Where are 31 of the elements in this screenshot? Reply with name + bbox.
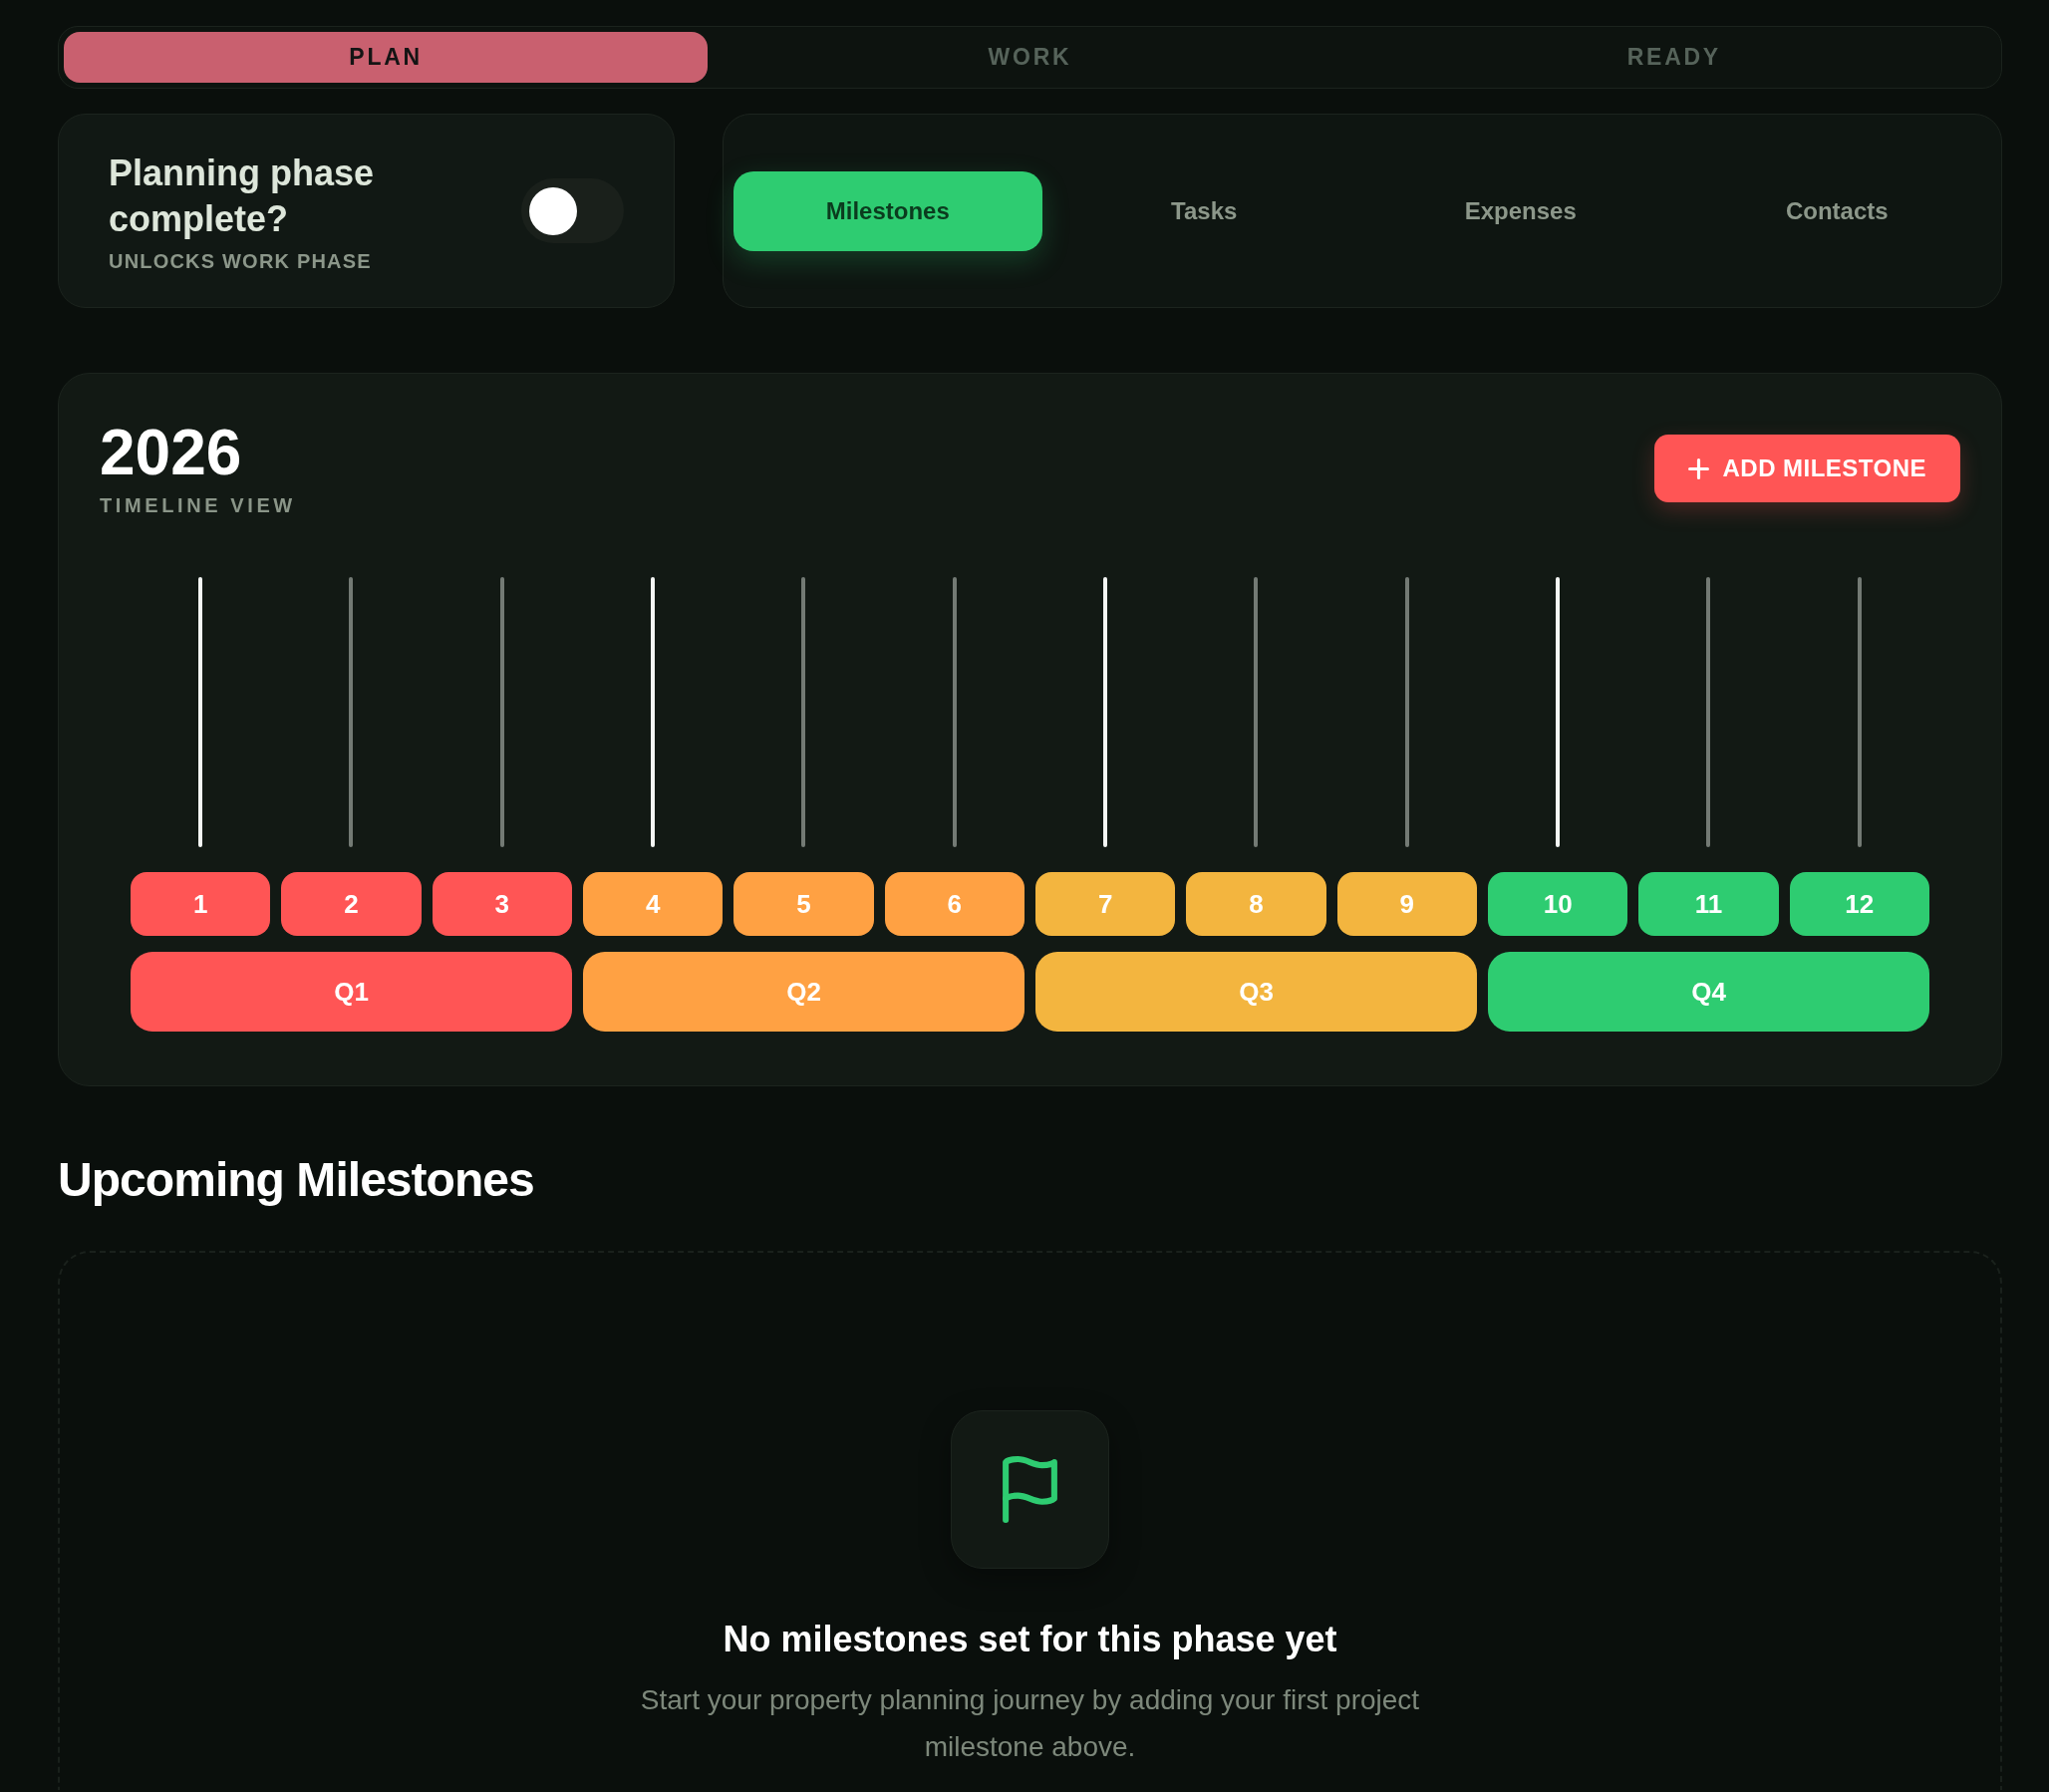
month-chip: 7 [1035, 872, 1176, 936]
month-chip: 2 [281, 872, 422, 936]
month-chip: 11 [1638, 872, 1779, 936]
month-chip: 1 [131, 872, 271, 936]
toggle-subtitle: UNLOCKS WORK PHASE [109, 251, 372, 271]
empty-state-message: Start your property planning journey by adding your first project milestone above. [639, 1683, 1421, 1764]
add-milestone-button[interactable]: ADD MILESTONE [1653, 435, 1960, 502]
month-chip: 4 [583, 872, 724, 936]
month-chip: 12 [1789, 872, 1929, 936]
timeline-subtitle: TIMELINE VIEW [100, 494, 296, 516]
plus-icon [1687, 457, 1709, 479]
month-chip: 10 [1488, 872, 1628, 936]
section-heading: Upcoming Milestones [58, 1156, 534, 1204]
section-tab[interactable]: Tasks [1049, 170, 1358, 251]
empty-state-title: No milestones set for this phase yet [723, 1622, 1337, 1657]
quarter-bar: Q2 [583, 952, 1024, 1032]
quarter-bar: Q4 [1488, 952, 1929, 1032]
month-chip: 9 [1336, 872, 1477, 936]
flag-icon [951, 1410, 1109, 1569]
quarter-bar: Q1 [131, 952, 572, 1032]
month-chip: 5 [733, 872, 874, 936]
section-tab[interactable]: Expenses [1366, 170, 1675, 251]
quarter-bar: Q3 [1035, 952, 1477, 1032]
section-tab[interactable]: Contacts [1682, 170, 1991, 251]
month-chip: 8 [1186, 872, 1326, 936]
month-chip: 6 [884, 872, 1024, 936]
toggle-title: Planning phase complete? [109, 151, 376, 241]
month-chip: 3 [432, 872, 572, 936]
phase-tab[interactable]: PLAN [64, 32, 709, 83]
year-title: 2026 [100, 421, 242, 484]
section-tab[interactable]: Milestones [733, 170, 1042, 251]
